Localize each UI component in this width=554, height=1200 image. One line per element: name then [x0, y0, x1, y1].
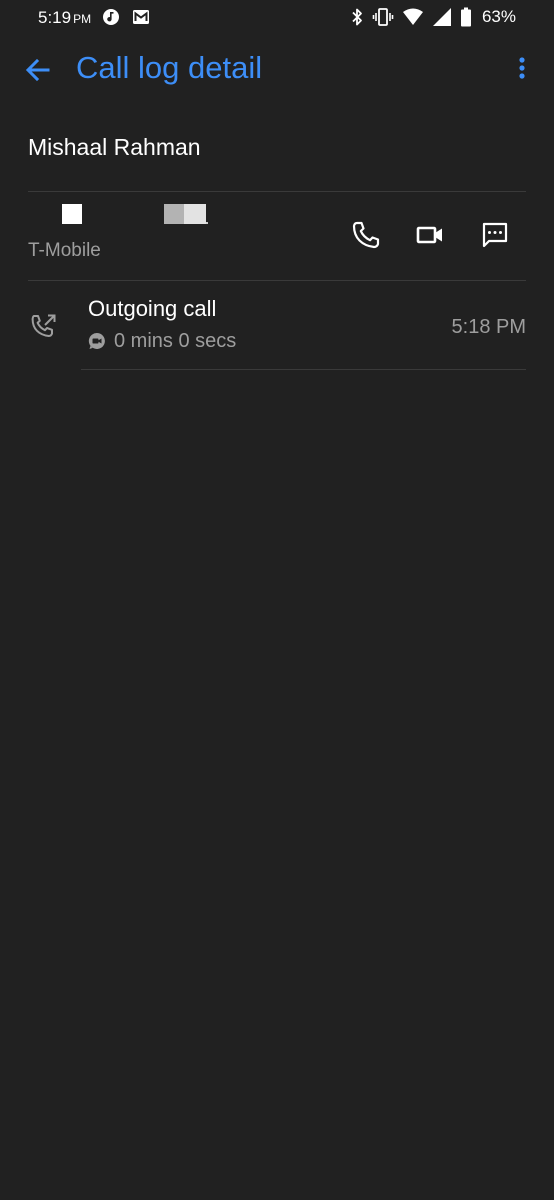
carrier-label: T-Mobile: [28, 240, 101, 261]
redacted-number-dot: [206, 222, 208, 224]
phone-icon: [352, 221, 380, 249]
videocam-icon: [416, 226, 442, 244]
call-log-detail-screen: 5:19 PM 63% Call log detail Mishaal Rahm…: [0, 0, 554, 1200]
cell-signal-icon: [432, 7, 452, 27]
duo-icon: [88, 332, 106, 350]
send-message-button[interactable]: [478, 218, 512, 252]
call-time: 5:18 PM: [451, 316, 526, 338]
redacted-number-block: [184, 204, 206, 224]
more-vert-icon: [519, 57, 525, 79]
call-type-label: Outgoing call: [88, 296, 217, 321]
call-duration: 0 mins 0 secs: [114, 330, 237, 352]
video-call-button[interactable]: [413, 218, 447, 252]
outgoing-call-icon: [30, 312, 58, 340]
contact-name: Mishaal Rahman: [28, 134, 201, 160]
music-note-icon: [102, 8, 120, 26]
status-clock: 5:19 PM: [38, 8, 91, 28]
redacted-number-block: [164, 204, 184, 224]
divider: [28, 191, 526, 192]
phone-number-block[interactable]: T-Mobile: [28, 196, 328, 276]
bluetooth-icon: [350, 7, 364, 27]
overflow-menu-button[interactable]: [510, 54, 534, 86]
arrow-back-icon: [25, 58, 50, 82]
battery-percent: 63%: [481, 7, 516, 26]
notification-icons: [102, 8, 150, 26]
wifi-icon: [402, 7, 424, 27]
page-title: Call log detail: [76, 50, 263, 85]
message-icon: [482, 222, 508, 248]
voice-call-button[interactable]: [349, 218, 383, 252]
vibrate-icon: [372, 7, 394, 27]
gmail-icon: [132, 9, 150, 25]
divider: [81, 369, 526, 370]
system-icons: 63%: [350, 6, 516, 28]
app-bar: Call log detail: [0, 36, 554, 104]
status-time-value: 5:19: [38, 8, 72, 27]
call-log-entry[interactable]: Outgoing call 0 mins 0 secs 5:18 PM: [0, 282, 554, 370]
back-button[interactable]: [22, 54, 54, 86]
status-ampm: PM: [73, 12, 92, 26]
divider: [28, 280, 526, 281]
battery-icon: [460, 7, 472, 27]
redacted-number-block: [62, 204, 82, 224]
status-bar: 5:19 PM 63%: [0, 0, 554, 36]
